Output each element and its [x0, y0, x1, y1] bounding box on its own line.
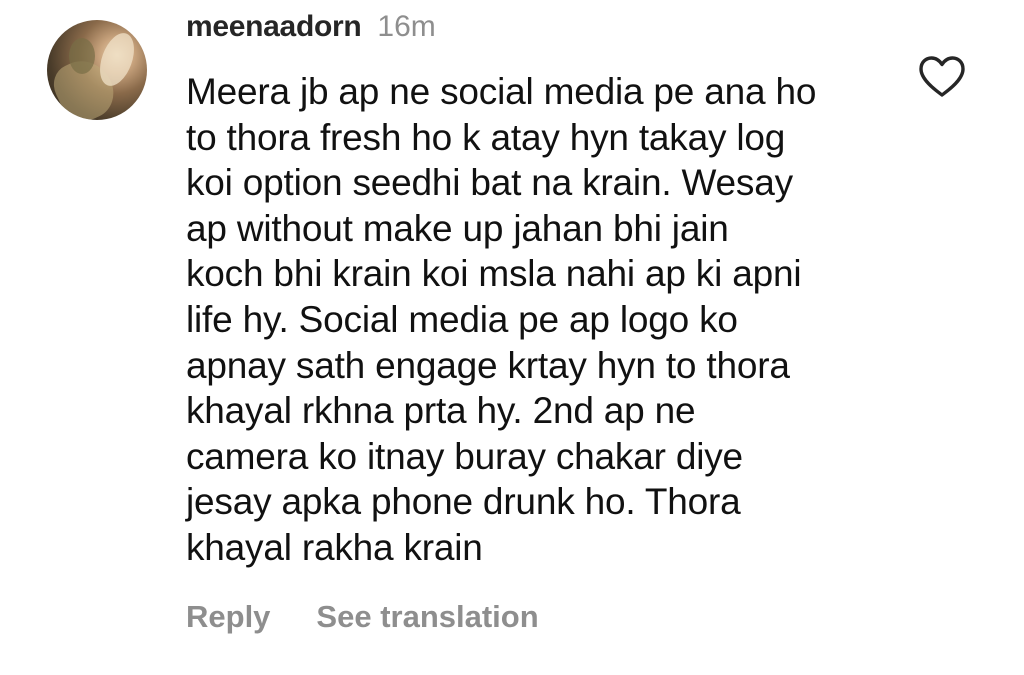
comment-line: koi option seedhi bat na krain. Wesay [186, 162, 793, 204]
comment-line: ap without make up jahan bhi jain [186, 207, 729, 249]
comment-item: meenaadorn 16m Meera jb ap ne social med… [0, 0, 1024, 675]
comment-line: khayal rkhna prta hy. 2nd ap ne [186, 390, 696, 432]
comment-body: Meera jb ap ne social media pe ana ho to… [186, 69, 886, 571]
comment-line: khayal rakha krain [186, 526, 483, 568]
heart-outline-icon[interactable] [917, 55, 967, 99]
comment-line: jesay apka phone drunk ho. Thora [186, 481, 741, 523]
comment-line: apnay sath engage krtay hyn to thora [186, 344, 790, 386]
comment-line: koch bhi krain koi msla nahi ap ki apni [186, 253, 802, 295]
username[interactable]: meenaadorn [186, 10, 362, 44]
comment-line: life hy. Social media pe ap logo ko [186, 298, 738, 340]
comment-line: Meera jb ap ne social media pe ana ho [186, 71, 817, 112]
comment-line: camera ko itnay buray chakar diye [186, 435, 743, 477]
see-translation-button[interactable]: See translation [316, 599, 538, 635]
comment-header: meenaadorn 16m [186, 10, 436, 54]
reply-button[interactable]: Reply [186, 599, 270, 635]
avatar-photo-detail [69, 38, 95, 74]
avatar[interactable] [47, 20, 147, 120]
timestamp: 16m [377, 10, 436, 43]
comment-line: to thora fresh ho k atay hyn takay log [186, 116, 786, 158]
comment-actions: Reply See translation [186, 599, 539, 635]
